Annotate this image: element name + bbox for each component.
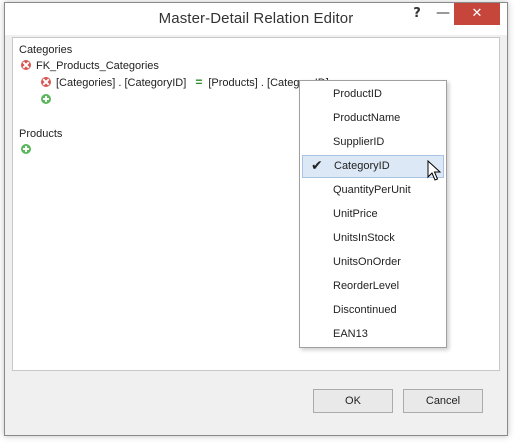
dropdown-item-label: ReorderLevel <box>333 280 400 292</box>
add-condition-icon[interactable] <box>41 94 51 104</box>
condition-dot: . <box>118 77 122 89</box>
column-dropdown-list: ProductID ProductName SupplierID ✔ Categ… <box>299 80 447 348</box>
dropdown-item[interactable]: ProductName <box>302 107 444 130</box>
add-relation-icon[interactable] <box>21 144 31 154</box>
dropdown-item[interactable]: EAN13 <box>302 323 444 346</box>
dropdown-item-label: EAN13 <box>333 328 368 340</box>
close-button[interactable]: ✕ <box>454 3 500 25</box>
dropdown-item-selected[interactable]: ✔ CategoryID <box>302 155 444 178</box>
cancel-button[interactable]: Cancel <box>403 389 483 413</box>
dropdown-item[interactable]: UnitsInStock <box>302 227 444 250</box>
tree-master-table[interactable]: Categories <box>19 43 72 57</box>
remove-relation-icon[interactable] <box>21 60 31 70</box>
ok-button[interactable]: OK <box>313 389 393 413</box>
dropdown-item-label: Discontinued <box>333 304 397 316</box>
condition-left-column[interactable]: [CategoryID] <box>125 77 187 89</box>
add-condition-row <box>41 93 56 107</box>
mouse-pointer-icon <box>427 160 441 181</box>
dropdown-item[interactable]: ReorderLevel <box>302 275 444 298</box>
dropdown-item-label: ProductName <box>333 112 401 124</box>
dropdown-item[interactable]: ProductID <box>302 83 444 106</box>
help-button[interactable]: ? <box>403 3 431 25</box>
title-bar: Master-Detail Relation Editor ? — ✕ <box>5 3 507 35</box>
dropdown-item[interactable]: Discontinued <box>302 299 444 322</box>
condition-dot: . <box>260 77 264 89</box>
relation-name[interactable]: FK_Products_Categories <box>36 60 159 72</box>
dropdown-item-label: UnitsOnOrder <box>333 256 401 268</box>
checkmark-icon: ✔ <box>311 158 323 174</box>
condition-operator[interactable]: = <box>195 75 202 89</box>
dropdown-item-label: SupplierID <box>333 136 385 148</box>
tree-relation-row: FK_Products_Categories <box>21 59 159 73</box>
dropdown-item-label: UnitPrice <box>333 208 378 220</box>
dropdown-item-label: CategoryID <box>334 160 390 172</box>
tree-condition-row: [Categories] . [CategoryID] = [Products] … <box>41 75 329 89</box>
dropdown-item[interactable]: UnitPrice <box>302 203 444 226</box>
minimize-button[interactable]: — <box>429 3 457 25</box>
dropdown-item[interactable]: SupplierID <box>302 131 444 154</box>
tree-detail-table[interactable]: Products <box>19 127 62 141</box>
condition-left-table[interactable]: [Categories] <box>56 77 115 89</box>
dropdown-item[interactable]: QuantityPerUnit <box>302 179 444 202</box>
condition-right-table[interactable]: [Products] <box>208 77 258 89</box>
remove-condition-icon[interactable] <box>41 77 51 87</box>
dropdown-item[interactable]: UnitsOnOrder <box>302 251 444 274</box>
add-relation-row <box>21 143 36 157</box>
dropdown-item-label: UnitsInStock <box>333 232 395 244</box>
dropdown-item-label: ProductID <box>333 88 382 100</box>
dropdown-item-label: QuantityPerUnit <box>333 184 411 196</box>
